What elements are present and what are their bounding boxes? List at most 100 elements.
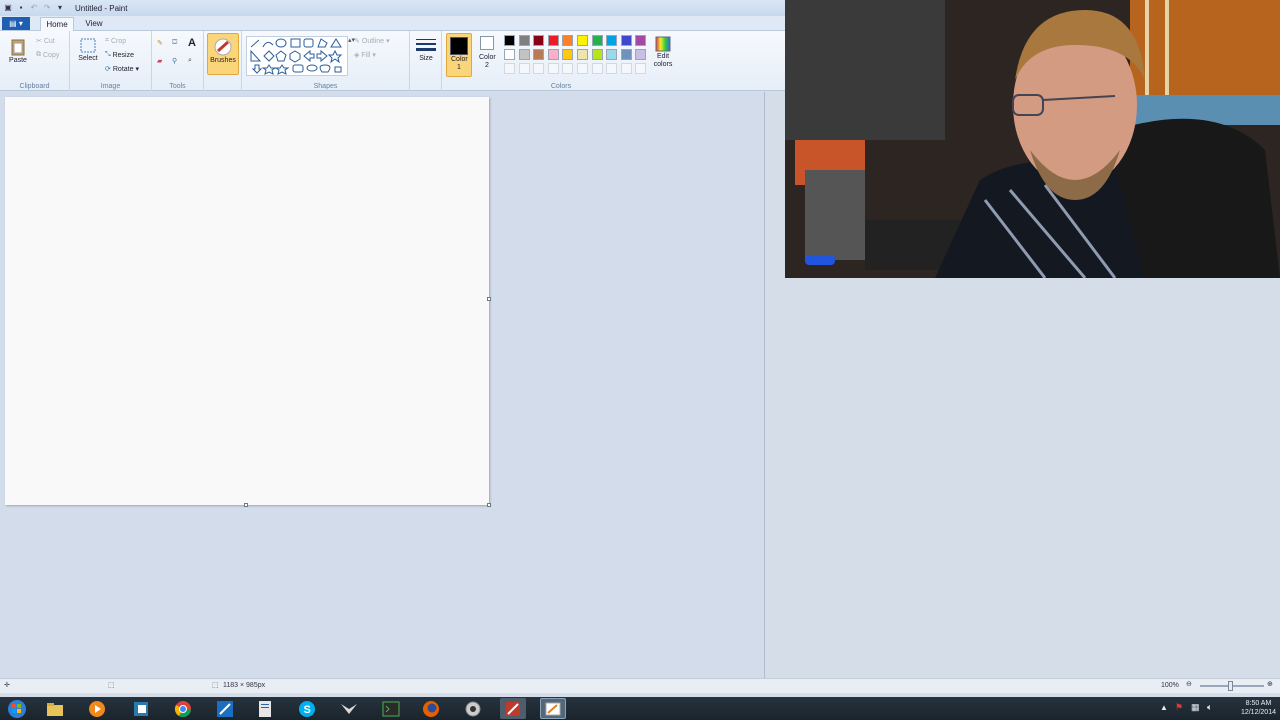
copy-button[interactable]: ⧉ Copy [36,51,59,59]
rotate-button[interactable]: ⟳ Rotate ▾ [105,65,139,74]
outline-button[interactable]: ✎ Outline ▾ [354,37,390,46]
action-center-flag-icon[interactable]: ⚑ [1175,702,1183,713]
fill-bucket-icon[interactable]: ⛋ [172,39,177,47]
palette-color-swatch[interactable] [591,49,603,60]
document-app-icon [134,701,148,716]
custom-color-slot[interactable] [606,63,618,74]
palette-color-swatch[interactable] [635,49,647,60]
taskbar-document[interactable] [252,698,278,719]
palette-color-swatch[interactable] [606,35,618,46]
fill-button[interactable]: ◈ Fill ▾ [354,51,376,60]
text-tool-icon[interactable]: A [188,37,196,49]
crop-button[interactable]: ⌗ Crop [105,37,126,45]
network-icon[interactable]: ▦ [1191,702,1200,713]
taskbar-app-game[interactable] [500,698,526,719]
size-button[interactable]: Size [414,37,438,62]
taskbar-chrome[interactable] [170,698,196,719]
tab-view[interactable]: View [78,17,110,31]
palette-color-swatch[interactable] [606,49,618,60]
color1-button[interactable]: Color 1 [446,33,472,77]
volume-icon[interactable]: 🔈︎ [1207,702,1212,713]
taskbar-media-player[interactable] [84,698,110,719]
window-title: Untitled - Paint [75,3,128,13]
taskbar-app-green[interactable] [378,698,404,719]
tab-home[interactable]: Home [40,17,74,31]
custom-color-slot[interactable] [562,63,574,74]
palette-color-swatch[interactable] [635,35,647,46]
canvas-resize-handle-bottom[interactable] [244,503,248,507]
custom-color-slot[interactable] [591,63,603,74]
taskbar-camera-app[interactable] [460,698,486,719]
custom-color-slot[interactable] [620,63,632,74]
palette-color-swatch[interactable] [504,35,515,46]
palette-color-swatch[interactable] [518,35,530,46]
customize-qat-icon[interactable]: ▾ [55,3,65,13]
paste-button[interactable]: Paste [6,37,30,64]
save-icon[interactable]: ▪ [16,3,26,13]
paint-app-icon[interactable]: ▣ [3,3,13,13]
custom-color-slot[interactable] [547,63,559,74]
palette-color-swatch[interactable] [518,49,530,60]
palette-color-swatch[interactable] [620,35,632,46]
palette-color-swatch[interactable] [562,35,574,46]
palette-color-swatch[interactable] [577,35,588,46]
start-button[interactable] [4,698,30,719]
eraser-icon[interactable]: ▰ [157,57,162,65]
taskbar-file-explorer[interactable] [42,698,68,719]
paint-menu-button[interactable]: ▤ ▾ [2,17,30,30]
custom-color-slot[interactable] [504,63,515,74]
palette-color-swatch[interactable] [562,49,574,60]
clipboard-group-label: Clipboard [19,83,50,90]
palette-color-swatch[interactable] [533,49,545,60]
colors-group: Color 1 Color 2 Edit colors Colors [442,31,680,91]
palette-color-swatch[interactable] [620,49,632,60]
taskbar-firefox[interactable] [418,698,444,719]
taskbar-publisher[interactable] [128,698,154,719]
system-clock[interactable]: 8:50 AM 12/12/2014 [1241,699,1276,717]
palette-color-swatch[interactable] [504,49,515,60]
palette-color-swatch[interactable] [533,35,545,46]
palette-color-swatch[interactable] [591,35,603,46]
zoom-slider[interactable] [1200,681,1264,691]
drawing-canvas[interactable] [5,97,489,505]
camera-icon [465,701,481,716]
shapes-gallery[interactable] [246,36,348,76]
canvas-resize-handle-corner[interactable] [487,503,491,507]
taskbar-app-blue[interactable] [212,698,238,719]
brush-icon [214,38,232,56]
taskbar-app-wings[interactable] [336,698,362,719]
paint-icon [545,702,561,715]
zoom-in-icon[interactable]: ⊕ [1267,680,1273,688]
shapes-gallery-icons [250,38,343,75]
custom-color-slot[interactable] [518,63,530,74]
brushes-button[interactable]: Brushes [207,33,239,75]
taskbar-paint[interactable] [540,698,566,719]
magnifier-icon[interactable]: ⌕ [188,57,192,65]
color2-button[interactable]: Color 2 [476,36,498,70]
custom-color-slot[interactable] [635,63,647,74]
title-bar: ▣ ▪ ↶ ↷ ▾ Untitled - Paint [0,0,785,16]
palette-color-swatch[interactable] [547,49,559,60]
pencil-icon[interactable]: ✎ [157,39,163,47]
zoom-slider-thumb[interactable] [1228,681,1233,691]
zoom-out-icon[interactable]: ⊖ [1186,680,1192,688]
cut-button[interactable]: ✂ Cut [36,37,55,46]
undo-icon[interactable]: ↶ [29,3,39,13]
show-hidden-icons[interactable]: ▲ [1160,703,1168,712]
custom-color-slot[interactable] [577,63,588,74]
resize-icon: ⤡ [105,51,111,58]
taskbar-skype[interactable]: S [294,698,320,719]
redo-icon[interactable]: ↷ [42,3,52,13]
outline-label: Outline [361,37,385,45]
rotate-label: Rotate [112,65,134,73]
resize-button[interactable]: ⤡ Resize [105,51,134,59]
canvas-resize-handle-right[interactable] [487,297,491,301]
palette-color-swatch[interactable] [547,35,559,46]
scissors-icon: ✂ [36,38,42,45]
custom-color-slot[interactable] [533,63,545,74]
palette-color-swatch[interactable] [577,49,588,60]
edit-colors-button[interactable]: Edit colors [649,35,677,69]
color-picker-icon[interactable]: ⚲ [172,57,177,65]
select-button[interactable]: Select [76,37,100,62]
crop-label: Crop [110,37,127,45]
